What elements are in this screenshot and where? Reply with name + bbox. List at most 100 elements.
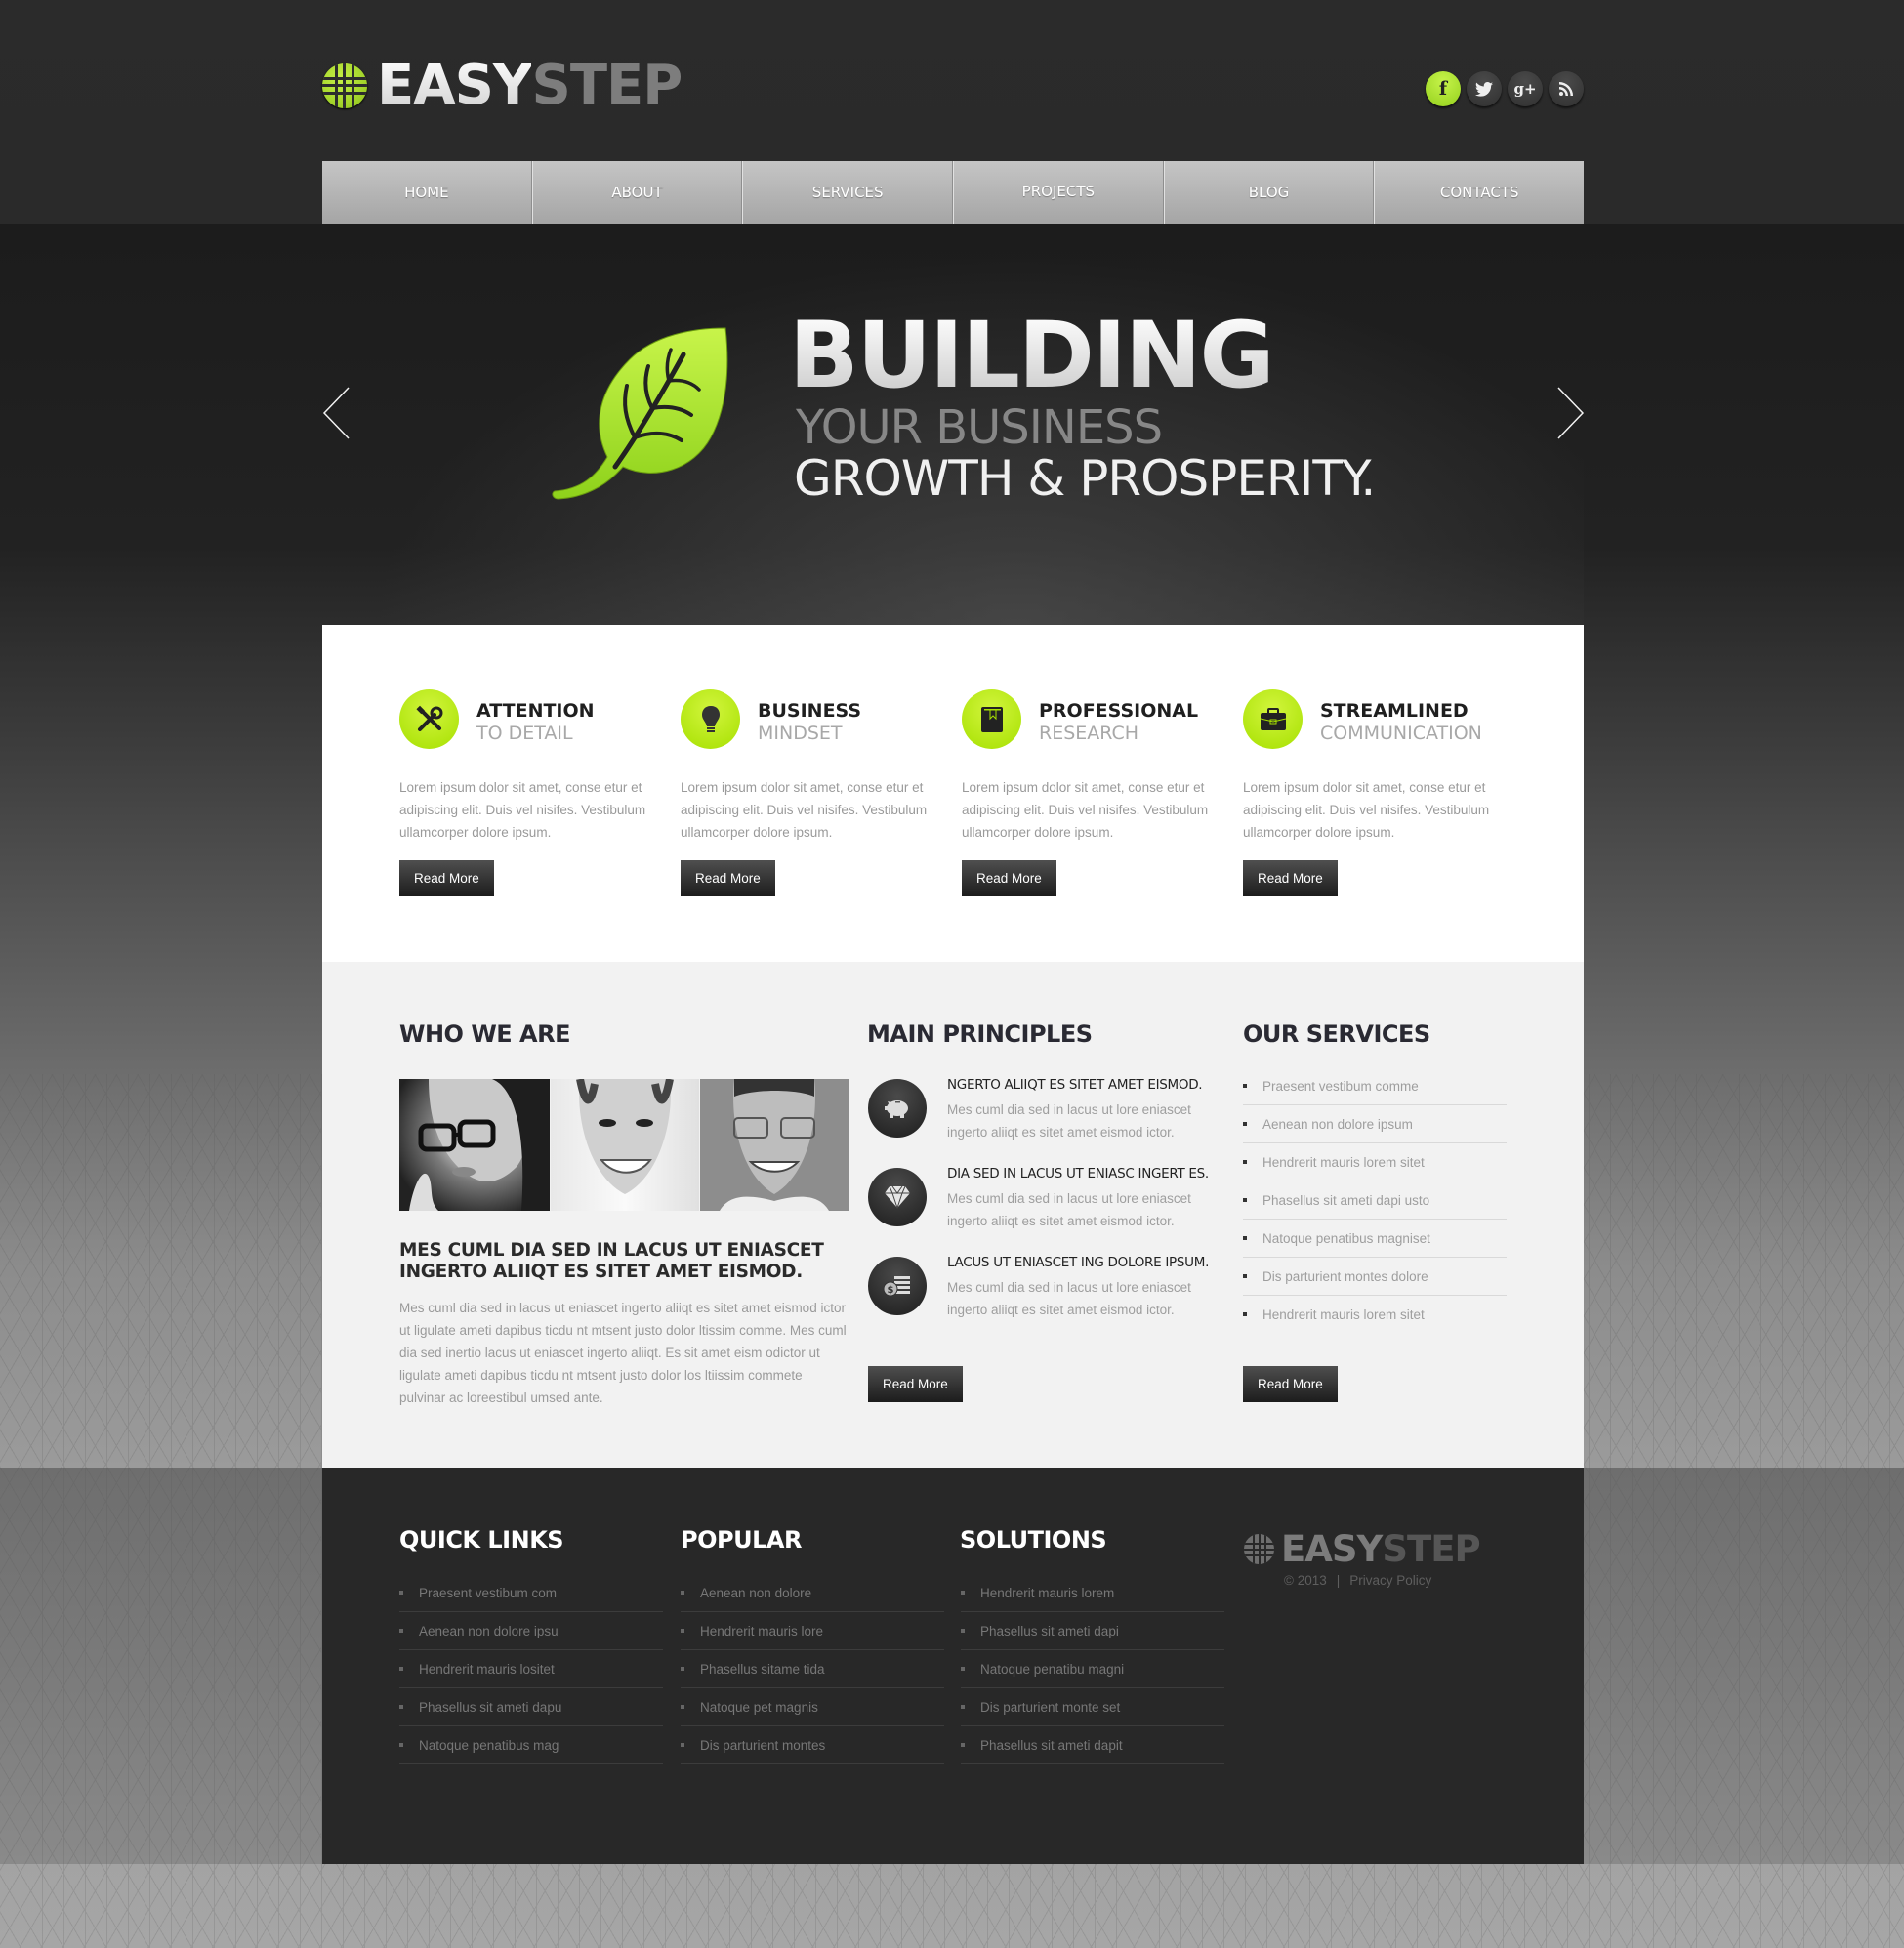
nav-contacts[interactable]: CONTACTS — [1374, 161, 1584, 224]
who-we-are-text: Mes cuml dia sed in lacus ut eniascet in… — [399, 1301, 847, 1405]
google-plus-icon[interactable]: g+ — [1508, 71, 1543, 106]
footer-link[interactable]: Hendrerit mauris lore — [681, 1612, 944, 1650]
hero-tagline: GROWTH & PROSPERITY. — [794, 450, 1376, 507]
read-more-button[interactable]: Read More — [1243, 1366, 1338, 1402]
footer-link[interactable]: Dis parturient montes — [681, 1726, 944, 1764]
service-item[interactable]: Aenean non dolore ipsum — [1243, 1105, 1507, 1143]
slider-prev-button[interactable] — [322, 386, 352, 444]
separator: | — [1336, 1573, 1341, 1588]
nav-blog[interactable]: BLOG — [1163, 161, 1375, 224]
piggy-bank-icon — [868, 1079, 927, 1138]
globe-icon — [322, 63, 367, 108]
feature-subtitle: TO DETAIL — [476, 723, 573, 744]
globe-icon — [1244, 1534, 1274, 1564]
logo-text-easy: EASY — [1281, 1528, 1383, 1570]
feature-text: Lorem ipsum dolor sit amet, conse etur e… — [1243, 780, 1490, 840]
hero-subtitle: YOUR BUSINESS — [796, 400, 1163, 455]
team-photo-1[interactable] — [399, 1079, 550, 1211]
main-navigation: HOME ABOUT SERVICES PROJECTS BLOG CONTAC… — [322, 161, 1584, 224]
feature-subtitle: MINDSET — [758, 723, 843, 744]
footer-link[interactable]: Phasellus sitame tida — [681, 1650, 944, 1688]
coins-icon: $ — [868, 1257, 927, 1315]
nav-services[interactable]: SERVICES — [742, 161, 954, 224]
nav-projects[interactable]: PROJECTS — [953, 161, 1164, 224]
service-item[interactable]: Hendrerit mauris lorem sitet — [1243, 1296, 1507, 1334]
leaf-icon — [552, 327, 728, 500]
service-item[interactable]: Dis parturient montes dolore — [1243, 1258, 1507, 1296]
read-more-button[interactable]: Read More — [962, 860, 1056, 896]
principle-title: DIA SED IN LACUS UT ENIASC INGERT ES. — [947, 1166, 1209, 1181]
tools-icon — [399, 689, 459, 749]
feature-subtitle: COMMUNICATION — [1320, 723, 1482, 744]
team-photo-3[interactable] — [700, 1079, 849, 1211]
twitter-icon[interactable] — [1467, 71, 1502, 106]
our-services-title: OUR SERVICES — [1243, 1020, 1430, 1048]
feature-title: PROFESSIONAL — [1039, 700, 1199, 722]
rss-icon[interactable] — [1549, 71, 1584, 106]
privacy-policy-link[interactable]: Privacy Policy — [1349, 1573, 1431, 1588]
logo-text: EASYSTEP — [377, 59, 683, 113]
read-more-button[interactable]: Read More — [868, 1366, 963, 1402]
feature-text: Lorem ipsum dolor sit amet, conse etur e… — [962, 780, 1209, 840]
svg-text:$: $ — [888, 1285, 894, 1296]
footer-copyright: © 2013 | Privacy Policy — [1284, 1573, 1431, 1588]
footer-link[interactable]: Natoque penatibu magni — [961, 1650, 1224, 1688]
diamond-icon — [868, 1168, 927, 1226]
feature-title: BUSINESS — [758, 700, 862, 722]
team-photo-2[interactable] — [551, 1079, 699, 1211]
book-icon — [962, 689, 1021, 749]
footer-link[interactable]: Natoque penatibus mag — [399, 1726, 663, 1764]
logo-text-step: STEP — [531, 54, 683, 117]
principle-text: Mes cuml dia sed in lacus ut lore eniasc… — [947, 1102, 1191, 1140]
main-principles-title: MAIN PRINCIPLES — [867, 1020, 1093, 1048]
chevron-right-icon — [1557, 387, 1585, 439]
service-item[interactable]: Phasellus sit ameti dapi usto — [1243, 1181, 1507, 1220]
principle-title: NGERTO ALIIQT ES SITET AMET EISMOD. — [947, 1077, 1203, 1093]
hero-title: BUILDING — [789, 303, 1275, 409]
who-we-are-title: WHO WE ARE — [399, 1020, 571, 1048]
read-more-button[interactable]: Read More — [399, 860, 494, 896]
feature-text: Lorem ipsum dolor sit amet, conse etur e… — [681, 780, 928, 840]
footer: QUICK LINKS Praesent vestibum com Aenean… — [322, 1468, 1584, 1864]
footer-solutions: Hendrerit mauris lorem Phasellus sit ame… — [961, 1574, 1224, 1764]
footer-link[interactable]: Phasellus sit ameti dapit — [961, 1726, 1224, 1764]
footer-link[interactable]: Hendrerit mauris lorem — [961, 1574, 1224, 1612]
service-item[interactable]: Natoque penatibus magniset — [1243, 1220, 1507, 1258]
read-more-button[interactable]: Read More — [1243, 860, 1338, 896]
footer-logo-text: EASYSTEP — [1281, 1528, 1481, 1570]
logo-text-step: STEP — [1382, 1528, 1480, 1570]
footer-popular: Aenean non dolore Hendrerit mauris lore … — [681, 1574, 944, 1764]
info-section: WHO WE ARE MES CUML DIA SED IN LACUS UT … — [322, 962, 1584, 1468]
social-links: f g+ — [1426, 71, 1584, 106]
feature-title: STREAMLINED — [1320, 700, 1469, 722]
services-list: Praesent vestibum comme Aenean non dolor… — [1243, 1067, 1507, 1334]
footer-logo[interactable]: EASYSTEP — [1244, 1528, 1481, 1570]
footer-quick-links-title: QUICK LINKS — [399, 1526, 564, 1554]
principle-title: LACUS UT ENIASCET ING DOLORE IPSUM. — [947, 1255, 1210, 1270]
footer-link[interactable]: Aenean non dolore ipsu — [399, 1612, 663, 1650]
footer-link[interactable]: Dis parturient monte set — [961, 1688, 1224, 1726]
footer-link[interactable]: Phasellus sit ameti dapu — [399, 1688, 663, 1726]
feature-text: Lorem ipsum dolor sit amet, conse etur e… — [399, 780, 646, 840]
briefcase-icon — [1243, 689, 1303, 749]
nav-home[interactable]: HOME — [322, 161, 532, 224]
footer-link[interactable]: Natoque pet magnis — [681, 1688, 944, 1726]
site-logo[interactable]: EASYSTEP — [322, 57, 683, 115]
footer-popular-title: POPULAR — [681, 1526, 802, 1554]
footer-link[interactable]: Hendrerit mauris lositet — [399, 1650, 663, 1688]
who-we-are-heading: MES CUML DIA SED IN LACUS UT ENIASCET IN… — [399, 1240, 824, 1282]
footer-link[interactable]: Aenean non dolore — [681, 1574, 944, 1612]
service-item[interactable]: Hendrerit mauris lorem sitet — [1243, 1143, 1507, 1181]
principle-text: Mes cuml dia sed in lacus ut lore eniasc… — [947, 1191, 1191, 1228]
read-more-button[interactable]: Read More — [681, 860, 775, 896]
service-item[interactable]: Praesent vestibum comme — [1243, 1067, 1507, 1105]
facebook-icon[interactable]: f — [1426, 71, 1461, 106]
footer-link[interactable]: Praesent vestibum com — [399, 1574, 663, 1612]
slider-next-button[interactable] — [1555, 386, 1585, 444]
features-section: ATTENTION TO DETAIL Lorem ipsum dolor si… — [322, 625, 1584, 962]
nav-about[interactable]: ABOUT — [531, 161, 743, 224]
lightbulb-icon — [681, 689, 740, 749]
footer-link[interactable]: Phasellus sit ameti dapi — [961, 1612, 1224, 1650]
feature-title: ATTENTION — [476, 700, 595, 722]
principle-text: Mes cuml dia sed in lacus ut lore eniasc… — [947, 1280, 1191, 1317]
